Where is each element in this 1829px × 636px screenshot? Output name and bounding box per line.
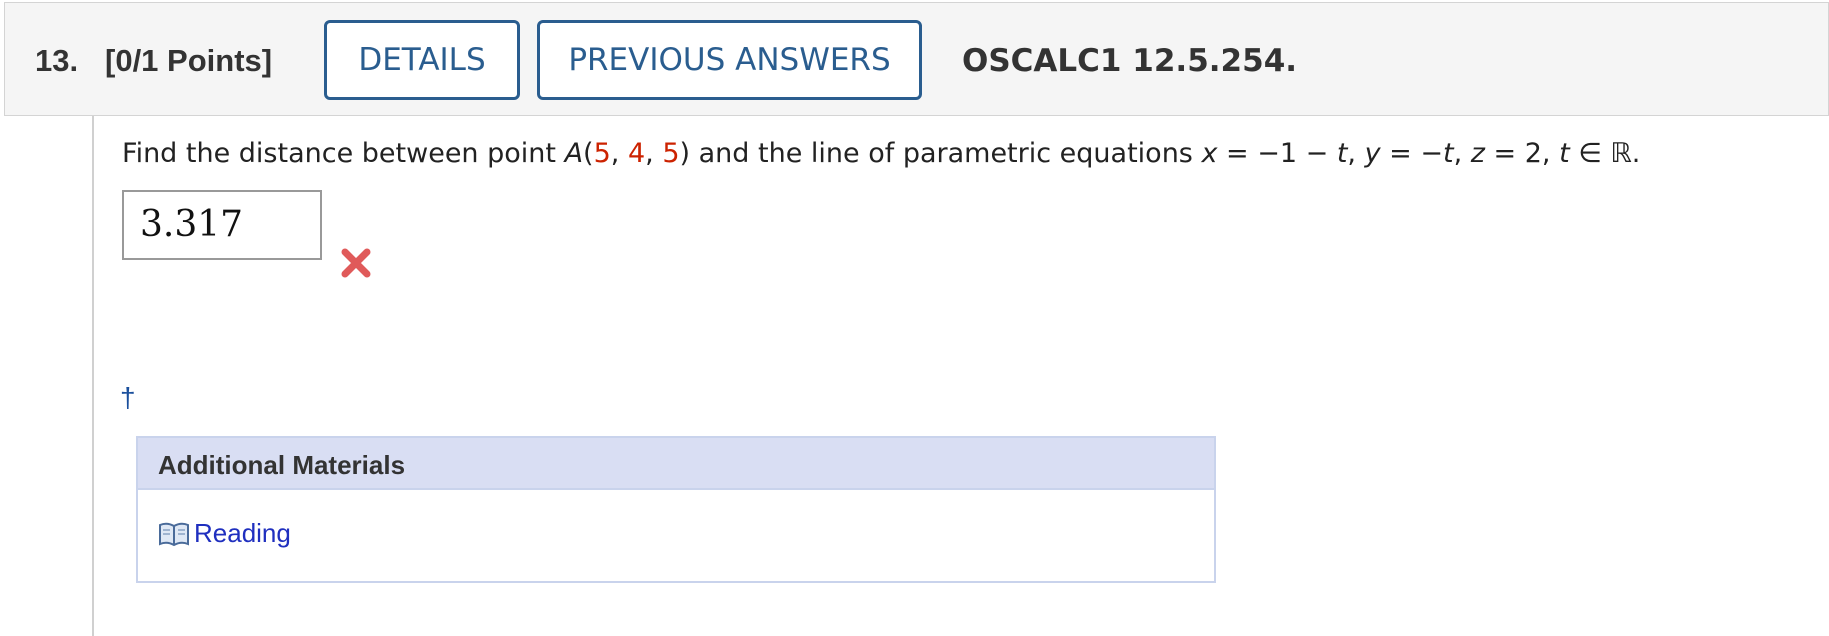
- details-button[interactable]: DETAILS: [324, 20, 520, 100]
- question-left-border: [92, 116, 94, 636]
- question-code: OSCALC1 12.5.254.: [962, 43, 1298, 79]
- close-paren: ): [679, 138, 691, 169]
- question-number: 13.: [35, 43, 79, 78]
- incorrect-icon: [341, 248, 371, 278]
- sep-1: ,: [1347, 138, 1365, 169]
- additional-materials-panel: Additional Materials Reading: [136, 436, 1216, 583]
- reading-label[interactable]: Reading: [194, 518, 291, 549]
- reading-link[interactable]: Reading: [158, 518, 291, 549]
- question-header: 13. [0/1 Points] DETAILS PREVIOUS ANSWER…: [4, 2, 1829, 116]
- footnote-dagger: †: [120, 382, 136, 413]
- comma-2: ,: [645, 138, 663, 169]
- var-t-2: t: [1443, 138, 1454, 169]
- additional-materials-title: Additional Materials: [138, 438, 1214, 490]
- in-reals: ∈ ℝ.: [1569, 138, 1641, 169]
- answer-input[interactable]: 3.317: [122, 190, 322, 260]
- previous-answers-button[interactable]: PREVIOUS ANSWERS: [537, 20, 922, 100]
- var-t-3: t: [1559, 138, 1570, 169]
- sep-2: ,: [1453, 138, 1471, 169]
- coordinate-y: 4: [627, 138, 646, 169]
- point-name: A: [564, 138, 584, 169]
- question-points: [0/1 Points]: [105, 43, 273, 78]
- problem-statement: Find the distance between point A(5, 4, …: [122, 138, 1640, 169]
- var-t-1: t: [1336, 138, 1348, 169]
- problem-prefix: Find the distance between point: [122, 138, 565, 169]
- eq-y: = −: [1380, 138, 1443, 169]
- eq-x: = −1 −: [1217, 138, 1337, 169]
- comma-1: ,: [610, 138, 628, 169]
- open-paren: (: [583, 138, 594, 169]
- problem-middle: and the line of parametric equations: [690, 138, 1202, 169]
- eq-z: = 2,: [1484, 138, 1560, 169]
- book-icon: [159, 522, 189, 546]
- var-z: z: [1470, 138, 1485, 169]
- var-y: y: [1364, 138, 1381, 169]
- coordinate-x: 5: [593, 138, 611, 169]
- var-x: x: [1201, 138, 1218, 169]
- coordinate-z: 5: [662, 138, 680, 169]
